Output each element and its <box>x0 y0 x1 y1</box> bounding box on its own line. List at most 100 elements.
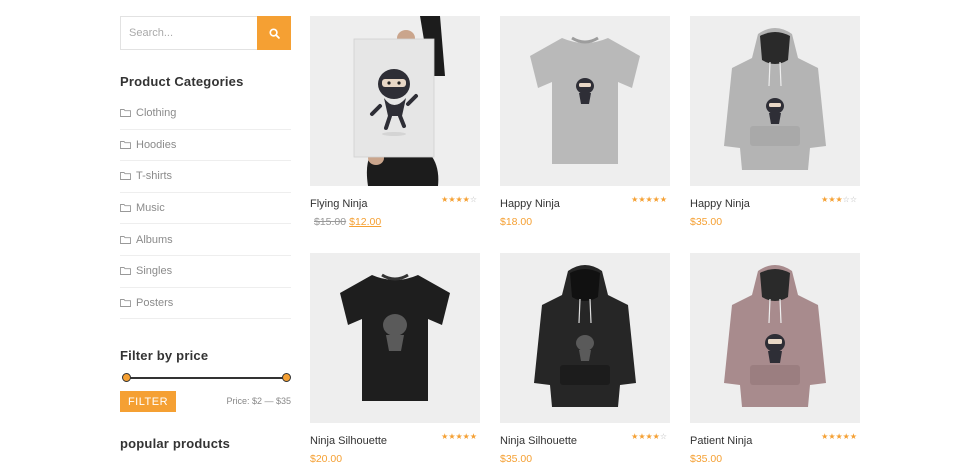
star-icon: ★ <box>835 195 843 204</box>
star-icon: ★ <box>462 195 470 204</box>
product-name[interactable]: Happy Ninja <box>500 198 560 210</box>
product-price: $18.00 <box>500 216 533 228</box>
sidebar: Product Categories Clothing Hoodies T-sh… <box>120 16 291 451</box>
category-item-clothing[interactable]: Clothing <box>120 98 291 130</box>
category-label: Music <box>136 202 165 215</box>
star-icon: ★ <box>631 432 639 441</box>
product-rating: ★ ★ ★ ★ ★ <box>441 433 477 441</box>
product-price: $15.00 $12.00 <box>310 216 381 228</box>
search-form <box>120 16 291 50</box>
product-image[interactable] <box>310 253 480 423</box>
filter-button[interactable]: FILTER <box>120 391 176 412</box>
black-tshirt-icon <box>340 273 450 401</box>
folder-icon <box>120 204 131 213</box>
price-range-label: Price: $2 — $35 <box>226 396 291 406</box>
folder-icon <box>120 172 131 181</box>
product-card[interactable]: Happy Ninja ★ ★ ★ ☆ ☆ $35.00 <box>690 16 860 228</box>
product-name[interactable]: Happy Ninja <box>690 198 750 210</box>
search-input[interactable] <box>120 16 257 50</box>
product-rating: ★ ★ ★ ★ ☆ <box>441 196 477 204</box>
star-icon: ★ <box>645 432 653 441</box>
category-item-music[interactable]: Music <box>120 193 291 225</box>
category-item-hoodies[interactable]: Hoodies <box>120 130 291 162</box>
product-image[interactable] <box>310 16 480 186</box>
star-icon: ★ <box>455 195 463 204</box>
price-slider-min-handle[interactable] <box>122 373 131 382</box>
product-name[interactable]: Ninja Silhouette <box>500 435 577 447</box>
star-icon: ★ <box>842 432 850 441</box>
product-rating: ★ ★ ★ ★ ★ <box>821 433 857 441</box>
product-card[interactable]: Ninja Silhouette ★ ★ ★ ★ ☆ $35.00 <box>500 253 670 465</box>
product-rating: ★ ★ ★ ★ ★ <box>631 196 667 204</box>
search-icon <box>268 27 280 39</box>
product-price: $35.00 <box>690 216 723 228</box>
product-price: $35.00 <box>500 453 533 465</box>
product-rating: ★ ★ ★ ☆ ☆ <box>821 196 857 204</box>
star-icon: ★ <box>441 432 449 441</box>
folder-icon <box>120 235 131 244</box>
search-button[interactable] <box>257 16 291 50</box>
star-outline-icon: ☆ <box>849 195 857 204</box>
star-icon: ★ <box>652 195 660 204</box>
product-card[interactable]: Happy Ninja ★ ★ ★ ★ ★ $18.00 <box>500 16 670 228</box>
product-rating: ★ ★ ★ ★ ☆ <box>631 433 667 441</box>
star-icon: ★ <box>652 432 660 441</box>
product-price: $35.00 <box>690 453 723 465</box>
star-icon: ★ <box>821 432 829 441</box>
star-icon: ★ <box>659 195 667 204</box>
category-list: Clothing Hoodies T-shirts Music Albums S… <box>120 106 291 327</box>
category-label: Singles <box>136 265 173 278</box>
price-slider[interactable] <box>122 373 291 382</box>
star-icon: ★ <box>835 432 843 441</box>
star-outline-icon: ☆ <box>659 432 667 441</box>
category-item-singles[interactable]: Singles <box>120 256 291 288</box>
product-image[interactable] <box>690 253 860 423</box>
category-item-tshirts[interactable]: T-shirts <box>120 161 291 193</box>
categories-title: Product Categories <box>120 74 244 89</box>
star-icon: ★ <box>638 195 646 204</box>
product-image[interactable] <box>500 16 670 186</box>
price-filter-title: Filter by price <box>120 348 209 363</box>
poster-icon <box>353 16 445 186</box>
product-card[interactable]: Ninja Silhouette ★ ★ ★ ★ ★ $20.00 <box>310 253 480 465</box>
black-hoodie-icon <box>534 265 636 407</box>
star-icon: ★ <box>849 432 857 441</box>
grey-tshirt-icon <box>530 36 640 164</box>
popular-products-title: popular products <box>120 436 231 451</box>
star-icon: ★ <box>441 195 449 204</box>
category-label: Albums <box>136 233 173 246</box>
product-image[interactable] <box>690 16 860 186</box>
product-name[interactable]: Ninja Silhouette <box>310 435 387 447</box>
star-icon: ★ <box>645 195 653 204</box>
star-icon: ★ <box>828 432 836 441</box>
category-label: Clothing <box>136 107 177 120</box>
price-slider-max-handle[interactable] <box>282 373 291 382</box>
product-image[interactable] <box>500 253 670 423</box>
star-icon: ★ <box>448 195 456 204</box>
star-icon: ★ <box>455 432 463 441</box>
star-icon: ★ <box>448 432 456 441</box>
folder-icon <box>120 267 131 276</box>
product-card[interactable]: Patient Ninja ★ ★ ★ ★ ★ $35.00 <box>690 253 860 465</box>
category-item-albums[interactable]: Albums <box>120 224 291 256</box>
folder-icon <box>120 109 131 118</box>
category-label: Posters <box>136 296 174 309</box>
mauve-hoodie-icon <box>724 265 826 407</box>
star-icon: ★ <box>631 195 639 204</box>
product-sale-price: $12.00 <box>349 216 382 228</box>
product-name[interactable]: Patient Ninja <box>690 435 752 447</box>
product-old-price: $15.00 <box>314 216 347 228</box>
star-outline-icon: ☆ <box>469 195 477 204</box>
category-label: T-shirts <box>136 170 173 183</box>
star-icon: ★ <box>469 432 477 441</box>
product-card[interactable]: Flying Ninja ★ ★ ★ ★ ☆ $15.00 $12.00 <box>310 16 480 228</box>
product-name[interactable]: Flying Ninja <box>310 198 367 210</box>
product-price: $20.00 <box>310 453 343 465</box>
star-outline-icon: ☆ <box>842 195 850 204</box>
star-icon: ★ <box>828 195 836 204</box>
category-item-posters[interactable]: Posters <box>120 288 291 320</box>
folder-icon <box>120 298 131 307</box>
category-label: Hoodies <box>136 138 177 151</box>
folder-icon <box>120 140 131 149</box>
grey-hoodie-icon <box>724 28 826 170</box>
